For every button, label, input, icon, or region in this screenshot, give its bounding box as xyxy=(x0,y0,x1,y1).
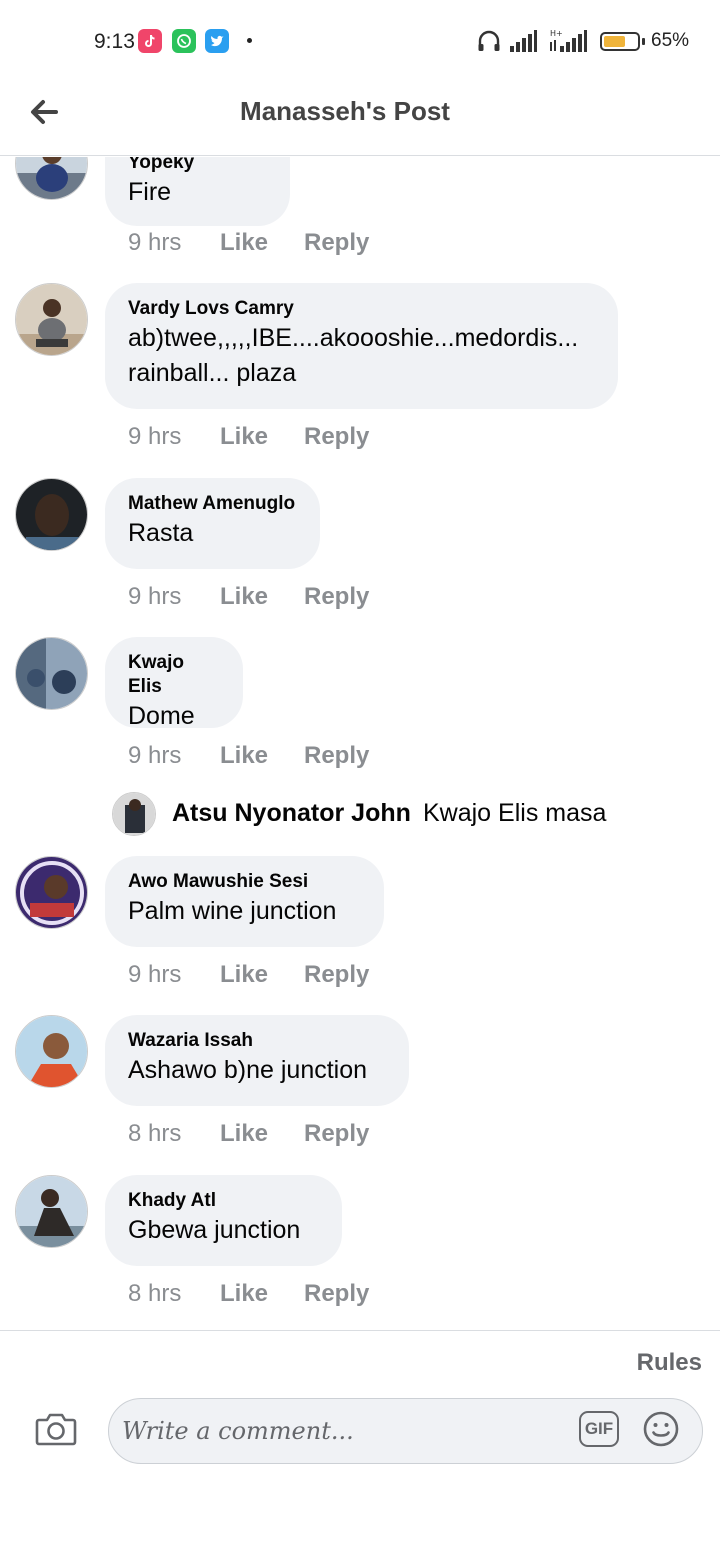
comment-author[interactable]: Vardy Lovs Camry xyxy=(128,297,594,321)
avatar[interactable] xyxy=(15,637,88,710)
comment-composer: Rules GIF xyxy=(0,1330,720,1560)
reply-preview[interactable]: Atsu Nyonator John Kwajo Elis masa xyxy=(112,792,712,836)
comment-bubble[interactable]: Vardy Lovs Camry ab)twee,,,,,IBE....akoo… xyxy=(105,283,618,409)
comment-author[interactable]: Wazaria Issah xyxy=(128,1029,385,1053)
battery-tip xyxy=(642,38,645,45)
battery-percent: 65% xyxy=(651,30,690,51)
comments-list: Samuel Yopeky Fire 9 hrs Like Reply Vard… xyxy=(0,157,720,1330)
avatar[interactable] xyxy=(15,1015,88,1088)
rules-link[interactable]: Rules xyxy=(637,1349,702,1377)
comment-input[interactable] xyxy=(122,1411,562,1451)
comment-time: 9 hrs xyxy=(128,229,182,256)
like-button[interactable]: Like xyxy=(220,423,268,451)
comment-text: Fire xyxy=(128,178,172,206)
reply-button[interactable]: Reply xyxy=(304,583,369,611)
reply-button[interactable]: Reply xyxy=(304,1120,369,1148)
whatsapp-icon xyxy=(172,29,196,53)
comment-text-line: ab)twee,,,,,IBE....akoooshie...medordis.… xyxy=(128,324,579,352)
comment-bubble[interactable]: Wazaria Issah Ashawo b)ne junction xyxy=(105,1015,409,1106)
comment-bubble[interactable]: Mathew Amenuglo Rasta xyxy=(105,478,320,569)
comment-text: Dome xyxy=(128,702,195,730)
reply-text: Kwajo Elis masa xyxy=(423,799,607,827)
like-button[interactable]: Like xyxy=(220,742,268,770)
comment-text: Gbewa junction xyxy=(128,1216,301,1244)
comment-time: 9 hrs xyxy=(128,961,182,988)
comment-author[interactable]: Khady Atl xyxy=(128,1189,318,1213)
comment-text: Rasta xyxy=(128,519,194,547)
like-button[interactable]: Like xyxy=(220,583,268,611)
comment-author[interactable]: Samuel Yopeky xyxy=(128,157,266,175)
reply-button[interactable]: Reply xyxy=(304,423,369,451)
emoji-icon xyxy=(643,1411,679,1447)
comment-bubble[interactable]: Kwajo Elis Dome xyxy=(105,637,243,730)
comment-author[interactable]: Kwajo Elis xyxy=(128,651,219,699)
headphones-icon xyxy=(478,30,500,51)
comment-input-box[interactable]: GIF xyxy=(108,1398,703,1464)
battery-icon xyxy=(600,32,640,51)
comment-text: Palm wine junction xyxy=(128,897,337,925)
battery-level xyxy=(604,36,625,47)
status-bar: 9:13 H+ 65% xyxy=(0,0,720,80)
reply-button[interactable]: Reply xyxy=(304,961,369,989)
comment-author[interactable]: Awo Mawushie Sesi xyxy=(128,870,360,894)
comment-time: 9 hrs xyxy=(128,423,182,450)
avatar[interactable] xyxy=(15,478,88,551)
like-button[interactable]: Like xyxy=(220,961,268,989)
avatar[interactable] xyxy=(15,157,88,200)
post-header: Manasseh's Post xyxy=(0,80,720,156)
comment-time: 8 hrs xyxy=(128,1120,182,1147)
twitter-icon xyxy=(205,29,229,53)
camera-button[interactable] xyxy=(34,1409,78,1449)
signal-hplus-icon: H+ xyxy=(550,29,587,52)
notification-dot xyxy=(247,38,252,43)
comment-text-line: rainball... plaza xyxy=(128,359,297,387)
comment-bubble[interactable]: Samuel Yopeky Fire xyxy=(105,157,290,226)
camera-icon xyxy=(35,1413,77,1446)
like-button[interactable]: Like xyxy=(220,229,268,257)
avatar[interactable] xyxy=(15,856,88,929)
like-button[interactable]: Like xyxy=(220,1280,268,1308)
comment-time: 8 hrs xyxy=(128,1280,182,1307)
emoji-button[interactable] xyxy=(642,1410,680,1448)
avatar[interactable] xyxy=(15,1175,88,1248)
status-time: 9:13 xyxy=(94,30,135,53)
comment-author[interactable]: Mathew Amenuglo xyxy=(128,492,296,516)
reply-button[interactable]: Reply xyxy=(304,1280,369,1308)
page-title: Manasseh's Post xyxy=(240,96,450,126)
comment-time: 9 hrs xyxy=(128,583,182,610)
comment-time: 9 hrs xyxy=(128,742,182,769)
avatar[interactable] xyxy=(112,792,156,836)
like-button[interactable]: Like xyxy=(220,1120,268,1148)
signal-icon xyxy=(510,30,537,52)
svg-text:H+: H+ xyxy=(550,29,563,38)
tiktok-icon xyxy=(138,29,162,53)
avatar[interactable] xyxy=(15,283,88,356)
gif-button[interactable]: GIF xyxy=(579,1411,619,1447)
comment-bubble[interactable]: Khady Atl Gbewa junction xyxy=(105,1175,342,1266)
reply-button[interactable]: Reply xyxy=(304,742,369,770)
comment-bubble[interactable]: Awo Mawushie Sesi Palm wine junction xyxy=(105,856,384,947)
reply-button[interactable]: Reply xyxy=(304,229,369,257)
reply-author[interactable]: Atsu Nyonator John xyxy=(172,799,411,828)
comment-text: Ashawo b)ne junction xyxy=(128,1056,368,1084)
